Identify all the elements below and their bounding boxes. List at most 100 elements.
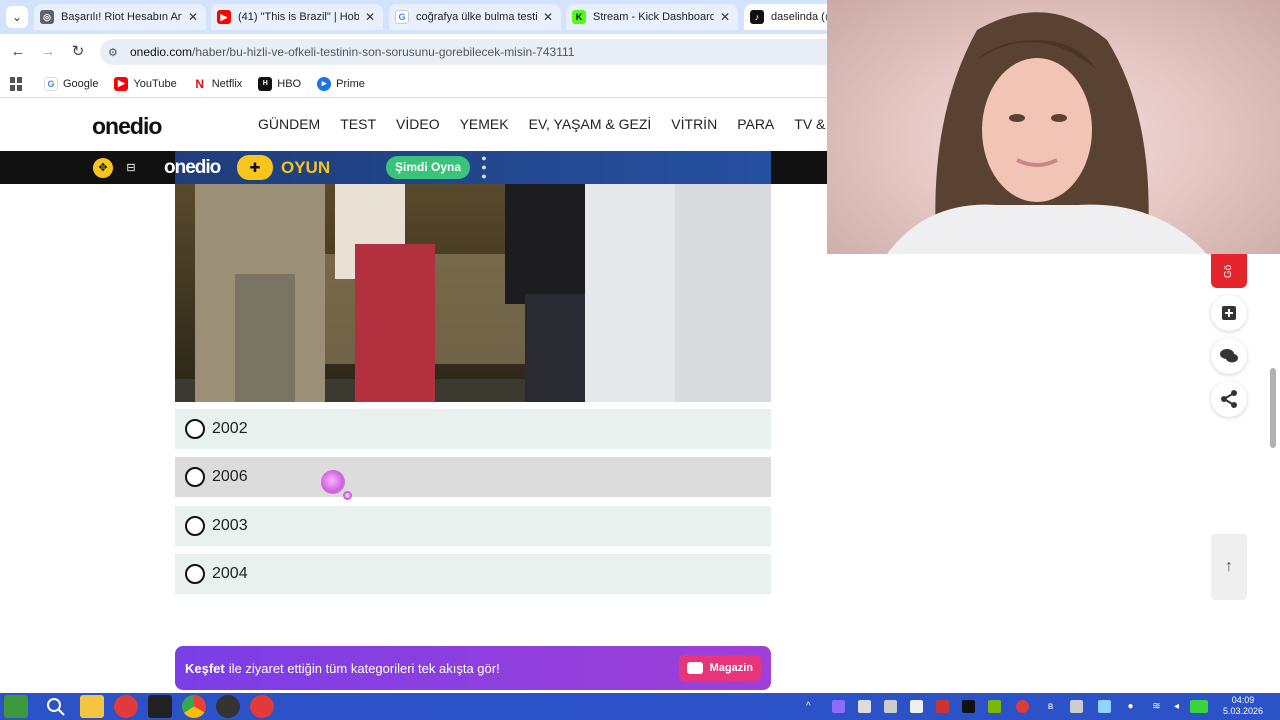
gamepad-icon[interactable]: ✥ bbox=[93, 158, 113, 178]
feedback-tab[interactable]: Gö bbox=[1211, 254, 1247, 288]
nav-item[interactable]: VİTRİN bbox=[671, 116, 717, 132]
bookmark-label: YouTube bbox=[133, 77, 177, 90]
feedback-label: Gö bbox=[1223, 264, 1235, 278]
clock[interactable]: 04:09 5.03.2026 bbox=[1214, 695, 1272, 717]
tab-youtube[interactable]: ▶ (41) "This is Brazil" | Hobbs ✕ bbox=[211, 4, 383, 30]
taskbar: ^ ʙ ● ≋ ◂ 04:09 5.03.2026 bbox=[0, 693, 1280, 720]
bookmark-youtube[interactable]: ▶ YouTube bbox=[114, 76, 177, 91]
back-icon[interactable]: ← bbox=[8, 42, 28, 62]
tray-icon[interactable] bbox=[1070, 700, 1083, 713]
cursor-dot bbox=[343, 491, 352, 500]
tab-title: daselinda (@ bbox=[771, 11, 828, 23]
radio-button[interactable] bbox=[185, 467, 205, 487]
movie-still-illustration bbox=[175, 184, 771, 402]
tray-icon[interactable] bbox=[910, 700, 923, 713]
tab-kick[interactable]: K Stream - Kick Dashboard ✕ bbox=[566, 4, 738, 30]
hbo-icon: H bbox=[258, 76, 273, 91]
tab-title: (41) "This is Brazil" | Hobbs bbox=[238, 11, 359, 23]
tab-tiktok[interactable]: ♪ daselinda (@ bbox=[744, 4, 834, 30]
tray-icon[interactable] bbox=[936, 700, 949, 713]
answer-option[interactable]: 2002 bbox=[175, 409, 771, 449]
tab-search-button[interactable]: ⌄ bbox=[6, 6, 28, 28]
chrome-icon[interactable] bbox=[182, 695, 206, 718]
nav-item[interactable]: TEST bbox=[340, 116, 376, 132]
bookmark-label: HBO bbox=[277, 77, 302, 90]
bookmark-prime[interactable]: ▸ Prime bbox=[317, 76, 365, 91]
share-button[interactable] bbox=[1211, 381, 1247, 417]
radio-button[interactable] bbox=[185, 419, 205, 439]
app-icon[interactable] bbox=[216, 695, 240, 718]
volume-icon[interactable]: ◂ bbox=[1170, 700, 1183, 713]
close-icon[interactable]: ✕ bbox=[363, 10, 377, 24]
forward-icon[interactable]: → bbox=[38, 42, 58, 62]
nav-item[interactable]: EV, YAŞAM & GEZİ bbox=[529, 116, 652, 132]
bluetooth-icon[interactable]: ʙ bbox=[1044, 700, 1057, 713]
tray-icon[interactable] bbox=[1098, 700, 1111, 713]
tab-riot[interactable]: ◎ Başarılı! Riot Hesabın Artık ✕ bbox=[34, 4, 206, 30]
tray-icon[interactable] bbox=[962, 700, 975, 713]
wifi-icon[interactable]: ≋ bbox=[1150, 700, 1163, 713]
game-bar-logo: onedio bbox=[164, 157, 221, 178]
nav-item[interactable]: YEMEK bbox=[460, 116, 509, 132]
nav-item[interactable]: VİDEO bbox=[396, 116, 440, 132]
answer-label: 2002 bbox=[212, 420, 248, 437]
bookmark-add-icon bbox=[1222, 306, 1236, 320]
bookmark-netflix[interactable]: N Netflix bbox=[192, 76, 242, 91]
chevron-up-icon[interactable]: ^ bbox=[806, 700, 819, 713]
file-explorer-icon[interactable] bbox=[80, 695, 104, 718]
tab-title: coğrafya ülke bulma testi bbox=[416, 11, 537, 23]
cursor-highlight bbox=[321, 470, 345, 494]
battery-icon[interactable] bbox=[1190, 700, 1208, 713]
discover-banner[interactable]: Keşfet ile ziyaret ettiğin tüm kategoril… bbox=[175, 646, 771, 690]
answer-option[interactable]: 2006 bbox=[175, 457, 771, 497]
scroll-to-top-button[interactable]: ↑ bbox=[1211, 534, 1247, 600]
radio-button[interactable] bbox=[185, 564, 205, 584]
site-settings-icon[interactable]: ⚙ bbox=[108, 46, 124, 59]
tab-google[interactable]: G coğrafya ülke bulma testi ✕ bbox=[389, 4, 561, 30]
microphone-icon[interactable]: ● bbox=[1124, 700, 1137, 713]
minimize-icon[interactable]: ⊟ bbox=[121, 158, 141, 178]
webcam-person-illustration bbox=[887, 12, 1207, 254]
scrollbar-thumb[interactable] bbox=[1270, 368, 1276, 448]
bookmark-label: Prime bbox=[336, 77, 365, 90]
bookmark-add-button[interactable] bbox=[1211, 295, 1247, 331]
bookmark-hbo[interactable]: H HBO bbox=[258, 76, 302, 91]
magazin-label: Magazin bbox=[709, 662, 753, 674]
app-icon[interactable] bbox=[148, 695, 172, 718]
clock-date: 5.03.2026 bbox=[1222, 706, 1264, 716]
nav-item[interactable]: GÜNDEM bbox=[258, 116, 320, 132]
tab-title: Başarılı! Riot Hesabın Artık bbox=[61, 11, 182, 23]
kick-icon: K bbox=[572, 10, 586, 24]
reload-icon[interactable]: ↻ bbox=[68, 42, 88, 62]
video-icon bbox=[686, 662, 703, 674]
app-icon[interactable] bbox=[250, 695, 274, 718]
tray-icon[interactable] bbox=[884, 700, 897, 713]
close-icon[interactable]: ✕ bbox=[718, 10, 732, 24]
answer-option[interactable]: 2004 bbox=[175, 554, 771, 594]
more-options-icon[interactable]: ● ● ● bbox=[480, 154, 488, 181]
search-icon[interactable] bbox=[44, 695, 68, 718]
nav-item[interactable]: PARA bbox=[737, 116, 774, 132]
main-nav: GÜNDEM TEST VİDEO YEMEK EV, YAŞAM & GEZİ… bbox=[258, 116, 863, 132]
bookmark-google[interactable]: G Google bbox=[44, 76, 99, 91]
close-icon[interactable]: ✕ bbox=[186, 10, 200, 24]
magazin-button[interactable]: Magazin bbox=[678, 655, 761, 681]
address-bar[interactable]: ⚙ onedio.com /haber/bu-hizli-ve-ofkeli-t… bbox=[100, 39, 860, 65]
comments-icon bbox=[1220, 349, 1238, 363]
arrow-up-icon: ↑ bbox=[1225, 558, 1233, 575]
site-logo[interactable]: onedio bbox=[92, 113, 162, 140]
radio-button[interactable] bbox=[185, 516, 205, 536]
app-icon[interactable] bbox=[114, 695, 138, 718]
comments-button[interactable] bbox=[1211, 338, 1247, 374]
start-icon[interactable] bbox=[4, 695, 28, 718]
apps-grid-icon[interactable] bbox=[10, 76, 26, 91]
close-icon[interactable]: ✕ bbox=[541, 10, 555, 24]
play-now-button[interactable]: Şimdi Oyna bbox=[386, 156, 470, 179]
url-host: onedio.com bbox=[130, 45, 193, 59]
answer-option[interactable]: 2003 bbox=[175, 506, 771, 546]
tray-icon[interactable] bbox=[832, 700, 845, 713]
tray-icon[interactable] bbox=[858, 700, 871, 713]
tray-icon[interactable] bbox=[1016, 700, 1029, 713]
bookmark-label: Google bbox=[63, 77, 99, 90]
nvidia-icon[interactable] bbox=[988, 700, 1001, 713]
